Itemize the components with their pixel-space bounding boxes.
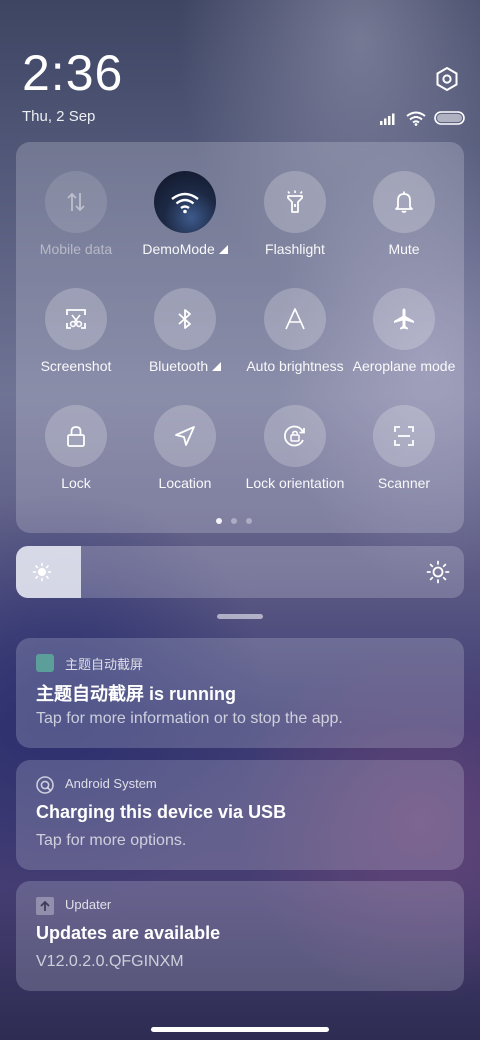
bluetooth-button[interactable] <box>154 288 216 350</box>
brightness-slider[interactable] <box>16 546 464 598</box>
tile-label: Aeroplane mode <box>352 358 456 374</box>
flashlight-button[interactable] <box>264 171 326 233</box>
tile-label: Auto brightness <box>246 358 344 374</box>
flashlight-icon <box>287 190 303 213</box>
expand-triangle-icon <box>212 362 222 371</box>
tile-label: Lock <box>61 475 91 491</box>
tile-bluetooth[interactable]: Bluetooth <box>130 288 240 388</box>
tile-location[interactable]: Location <box>130 405 240 505</box>
wifi-icon <box>171 192 199 214</box>
auto-brightness-icon <box>285 308 305 330</box>
clock-time: 2:36 <box>22 45 124 101</box>
notification-title: Charging this device via USB <box>36 802 287 822</box>
lock-icon <box>67 426 85 447</box>
tile-lock[interactable]: Lock <box>21 405 131 505</box>
scanner-button[interactable] <box>373 405 435 467</box>
tile-label: Location <box>158 475 212 491</box>
status-icons <box>380 108 466 128</box>
notification-card[interactable]: Android System Charging this device via … <box>16 760 464 870</box>
notification-app-name: Android System <box>65 776 157 791</box>
lock-orientation-icon <box>284 425 305 447</box>
battery-icon <box>434 111 465 125</box>
tile-screenshot[interactable]: Screenshot <box>21 288 131 388</box>
airplane-icon <box>394 308 414 330</box>
notification-app-name: Updater <box>65 897 112 912</box>
tile-label: Screenshot <box>40 358 112 374</box>
tile-auto-brightness[interactable]: Auto brightness <box>240 288 350 388</box>
page-dot-active <box>216 518 222 524</box>
lock-button[interactable] <box>45 405 107 467</box>
mute-button[interactable] <box>373 171 435 233</box>
auto-brightness-button[interactable] <box>264 288 326 350</box>
location-icon <box>175 426 195 446</box>
notification-title: Updates are available <box>36 923 221 943</box>
tile-mobile-data[interactable]: Mobile data <box>21 171 131 271</box>
drag-handle[interactable] <box>217 614 263 619</box>
notification-body: Tap for more information or to stop the … <box>36 710 343 727</box>
bluetooth-icon <box>178 309 191 329</box>
tile-label: Bluetooth <box>148 358 209 374</box>
lock-orientation-button[interactable] <box>264 405 326 467</box>
tile-lock-orientation[interactable]: Lock orientation <box>240 405 350 505</box>
app-square-icon <box>36 654 54 672</box>
scanner-icon <box>394 426 414 446</box>
screenshot-button[interactable] <box>45 288 107 350</box>
brightness-low-icon <box>32 562 52 582</box>
tile-flashlight[interactable]: Flashlight <box>240 171 350 271</box>
android-system-icon <box>36 776 54 794</box>
bell-icon <box>395 191 413 213</box>
date-text: Thu, 2 Sep <box>22 108 96 125</box>
tile-label: Lock orientation <box>245 475 345 491</box>
tile-label: Scanner <box>377 475 431 491</box>
mobile-data-icon <box>67 192 85 212</box>
notification-body: V12.0.2.0.QFGINXM <box>36 953 184 970</box>
tile-aeroplane-mode[interactable]: Aeroplane mode <box>349 288 459 388</box>
tile-demomode[interactable]: DemoMode <box>130 171 240 271</box>
home-indicator[interactable] <box>151 1027 329 1032</box>
tile-label: DemoMode <box>142 241 215 257</box>
brightness-high-icon <box>426 560 450 584</box>
aeroplane-mode-button[interactable] <box>373 288 435 350</box>
mobile-data-button[interactable] <box>45 171 107 233</box>
expand-triangle-icon <box>218 245 228 254</box>
screenshot-icon <box>66 309 86 329</box>
tile-label: Flashlight <box>265 241 325 257</box>
notification-card[interactable]: Updater Updates are available V12.0.2.0.… <box>16 881 464 991</box>
location-button[interactable] <box>154 405 216 467</box>
settings-hexagon-icon <box>436 66 458 92</box>
updater-icon <box>36 897 54 915</box>
tile-label: Mobile data <box>39 241 113 257</box>
tile-mute[interactable]: Mute <box>349 171 459 271</box>
signal-icon <box>380 113 395 125</box>
notification-title: 主题自动截屏 is running <box>36 684 236 704</box>
tile-scanner[interactable]: Scanner <box>349 405 459 505</box>
notification-app-name: 主题自动截屏 <box>65 657 144 672</box>
settings-button[interactable] <box>432 64 462 94</box>
wifi-icon <box>406 111 426 126</box>
quick-settings-panel: Mobile data DemoMode Flashlight Mute Scr… <box>16 142 464 533</box>
page-indicator <box>216 518 252 524</box>
page-dot <box>231 518 237 524</box>
demomode-button[interactable] <box>154 171 216 233</box>
tile-label: Mute <box>388 241 420 257</box>
page-dot <box>246 518 252 524</box>
notification-card[interactable]: 主题自动截屏 主题自动截屏 is running Tap for more in… <box>16 638 464 748</box>
notification-body: Tap for more options. <box>36 832 187 849</box>
